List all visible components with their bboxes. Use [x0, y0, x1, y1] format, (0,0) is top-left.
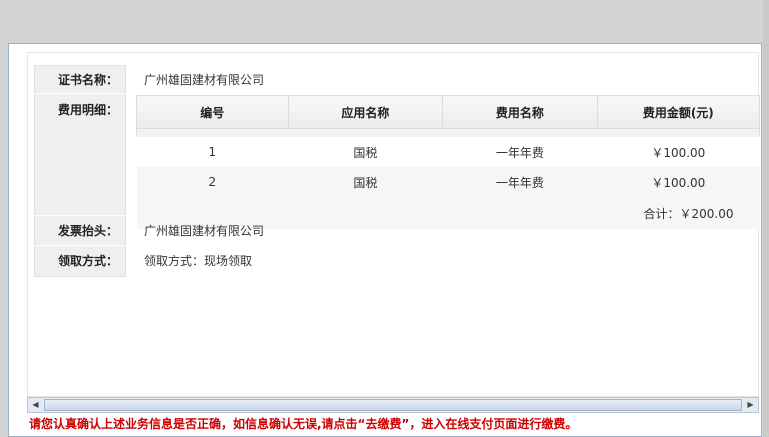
invoice-label: 发票抬头： — [57, 224, 118, 238]
fee-table: 编号 应用名称 费用名称 费用金额(元) 1 国税 一年年费 ￥100.00 2… — [136, 95, 761, 229]
cell-fee-amount: ￥100.00 — [597, 167, 760, 197]
row-separator — [34, 93, 126, 94]
cell-app-name: 国税 — [288, 137, 443, 167]
horizontal-scrollbar[interactable]: ◀ ▶ — [27, 397, 759, 413]
header-app-name: 应用名称 — [287, 95, 444, 129]
cell-fee-amount: ￥100.00 — [597, 137, 760, 167]
info-form: 证书名称： 广州雄固建材有限公司 费用明细： 编号 应用名称 费用名称 费用金额… — [27, 52, 761, 397]
confirmation-notice: 请您认真确认上述业务信息是否正确，如信息确认无误,请点击“去缴费”，进入在线支付… — [29, 417, 578, 431]
table-spacer — [136, 128, 760, 137]
scroll-left-icon[interactable]: ◀ — [28, 398, 43, 412]
cell-fee-name: 一年年费 — [442, 137, 598, 167]
header-fee-amount: 费用金额(元) — [596, 95, 761, 129]
row-separator — [34, 215, 126, 216]
certificate-value: 广州雄固建材有限公司 — [144, 73, 265, 87]
pickup-label: 领取方式： — [57, 254, 118, 268]
table-row: 1 国税 一年年费 ￥100.00 — [136, 137, 760, 167]
cell-app-name: 国税 — [288, 167, 443, 197]
scrollbar-thumb[interactable] — [44, 399, 742, 411]
content-panel: 证书名称： 广州雄固建材有限公司 费用明细： 编号 应用名称 费用名称 费用金额… — [8, 43, 762, 437]
scroll-right-icon[interactable]: ▶ — [743, 398, 758, 412]
cell-fee-name: 一年年费 — [442, 167, 598, 197]
row-separator — [34, 245, 126, 246]
table-row: 2 国税 一年年费 ￥100.00 — [136, 167, 760, 197]
invoice-value: 广州雄固建材有限公司 — [144, 224, 265, 238]
fee-details-label: 费用明细： — [57, 103, 118, 117]
certificate-label: 证书名称： — [57, 73, 118, 87]
header-number: 编号 — [136, 95, 289, 129]
right-edge — [763, 0, 769, 437]
cell-number: 2 — [136, 167, 289, 197]
header-fee-name: 费用名称 — [442, 95, 598, 129]
cell-number: 1 — [136, 137, 289, 167]
top-area — [0, 0, 769, 43]
fee-table-header: 编号 应用名称 费用名称 费用金额(元) — [136, 95, 761, 129]
pickup-value: 领取方式：现场领取 — [144, 254, 253, 268]
